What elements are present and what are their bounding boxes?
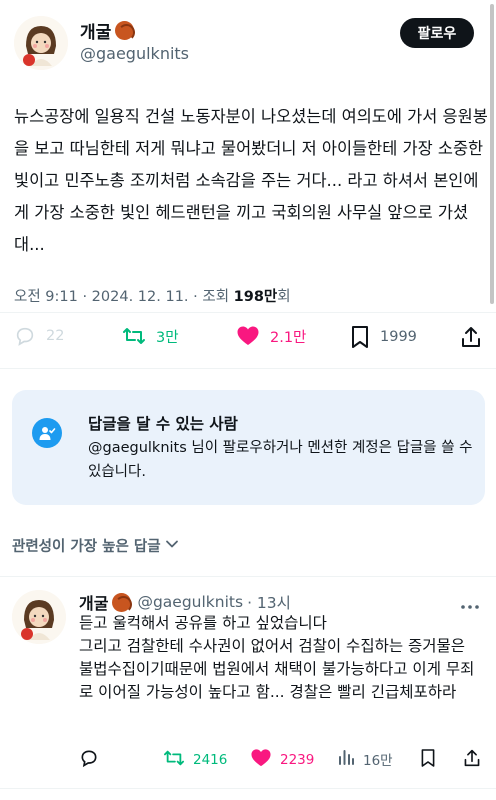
reply-bookmark-button[interactable] [420,748,436,772]
share-icon [460,325,482,349]
reply-author-handle[interactable]: @gaegulknits [137,593,243,611]
view-count-suffix: 회 [277,289,291,305]
author-name[interactable]: 개굴 [80,18,136,43]
reply-button[interactable]: 22 [14,325,64,347]
reply-timestamp[interactable]: · 13시 [247,591,291,613]
author-handle[interactable]: @gaegulknits [80,44,189,63]
reply-like-count: 2239 [280,752,315,768]
reply-permission-description: @gaegulknits 님이 팔로우하거나 멘션한 계정은 답글을 쓸 수 있… [88,440,473,480]
heart-filled-icon [250,748,272,772]
share-button[interactable] [460,325,482,349]
like-count: 2.1만 [270,329,307,346]
reply-action-bar: 2416 2239 16만 [0,748,496,772]
bar-chart-icon [337,748,355,770]
reply-share-button[interactable] [463,748,481,772]
reply-permission-title: 답글을 달 수 있는 사람 [88,415,238,433]
chevron-down-icon [165,537,179,555]
reply-sort-label: 관련성이 가장 높은 답글 [12,539,161,555]
retweet-button[interactable]: 3만 [122,325,179,347]
author-avatar[interactable] [14,16,68,70]
yarn-ball-icon [112,592,133,613]
divider [0,312,496,313]
bookmark-icon [350,325,370,349]
person-check-icon [32,418,62,448]
view-count: 198만 [233,289,278,305]
divider [0,788,496,789]
retweet-icon [163,748,185,772]
yarn-ball-icon [115,21,136,41]
bookmark-icon [420,748,436,772]
retweet-count: 3만 [156,329,179,346]
divider [0,368,496,369]
tweet-timestamp[interactable]: 오전 9:11 · 2024. 12. 11. · 조회 [14,289,234,305]
tweet-meta: 오전 9:11 · 2024. 12. 11. · 조회 198만회 [14,285,291,306]
heart-filled-icon [236,325,260,347]
reply-view-count: 16만 [363,753,393,769]
reply-retweet-button[interactable]: 2416 [163,748,227,772]
reply-retweet-count: 2416 [193,752,228,768]
like-button[interactable]: 2.1만 [236,325,306,347]
reply-header: 개굴 @gaegulknits · 13시 [79,590,291,614]
reply-reply-button[interactable] [79,748,99,772]
reply-sort-dropdown[interactable]: 관련성이 가장 높은 답글 [12,535,179,556]
reply-like-button[interactable]: 2239 [250,748,314,772]
scrollbar[interactable] [490,4,494,304]
reply-author-avatar[interactable] [12,590,66,644]
bookmark-button[interactable]: 1999 [350,325,417,349]
tweet-text: 뉴스공장에 일용직 건설 노동자분이 나오셨는데 여의도에 가서 응원봉을 보고… [14,107,488,254]
retweet-icon [122,325,146,347]
reply-icon [79,748,99,772]
reply-text: 듣고 울컥해서 공유를 하고 싶었습니다 그리고 검찰한테 수사권이 없어서 검… [79,614,475,701]
reply-count: 22 [46,328,65,344]
share-icon [463,748,481,772]
tweet-action-bar: 22 3만 2.1만 1999 [0,325,496,355]
reply-permission-box: 답글을 달 수 있는 사람 @gaegulknits 님이 팔로우하거나 멘션한… [12,390,485,505]
reply-views-button[interactable]: 16만 [337,748,393,770]
bookmark-count: 1999 [380,329,417,345]
reply-icon [14,325,36,347]
reply-author-name[interactable]: 개굴 [79,590,108,614]
follow-button[interactable]: 팔로우 [400,18,474,48]
divider [0,576,496,577]
